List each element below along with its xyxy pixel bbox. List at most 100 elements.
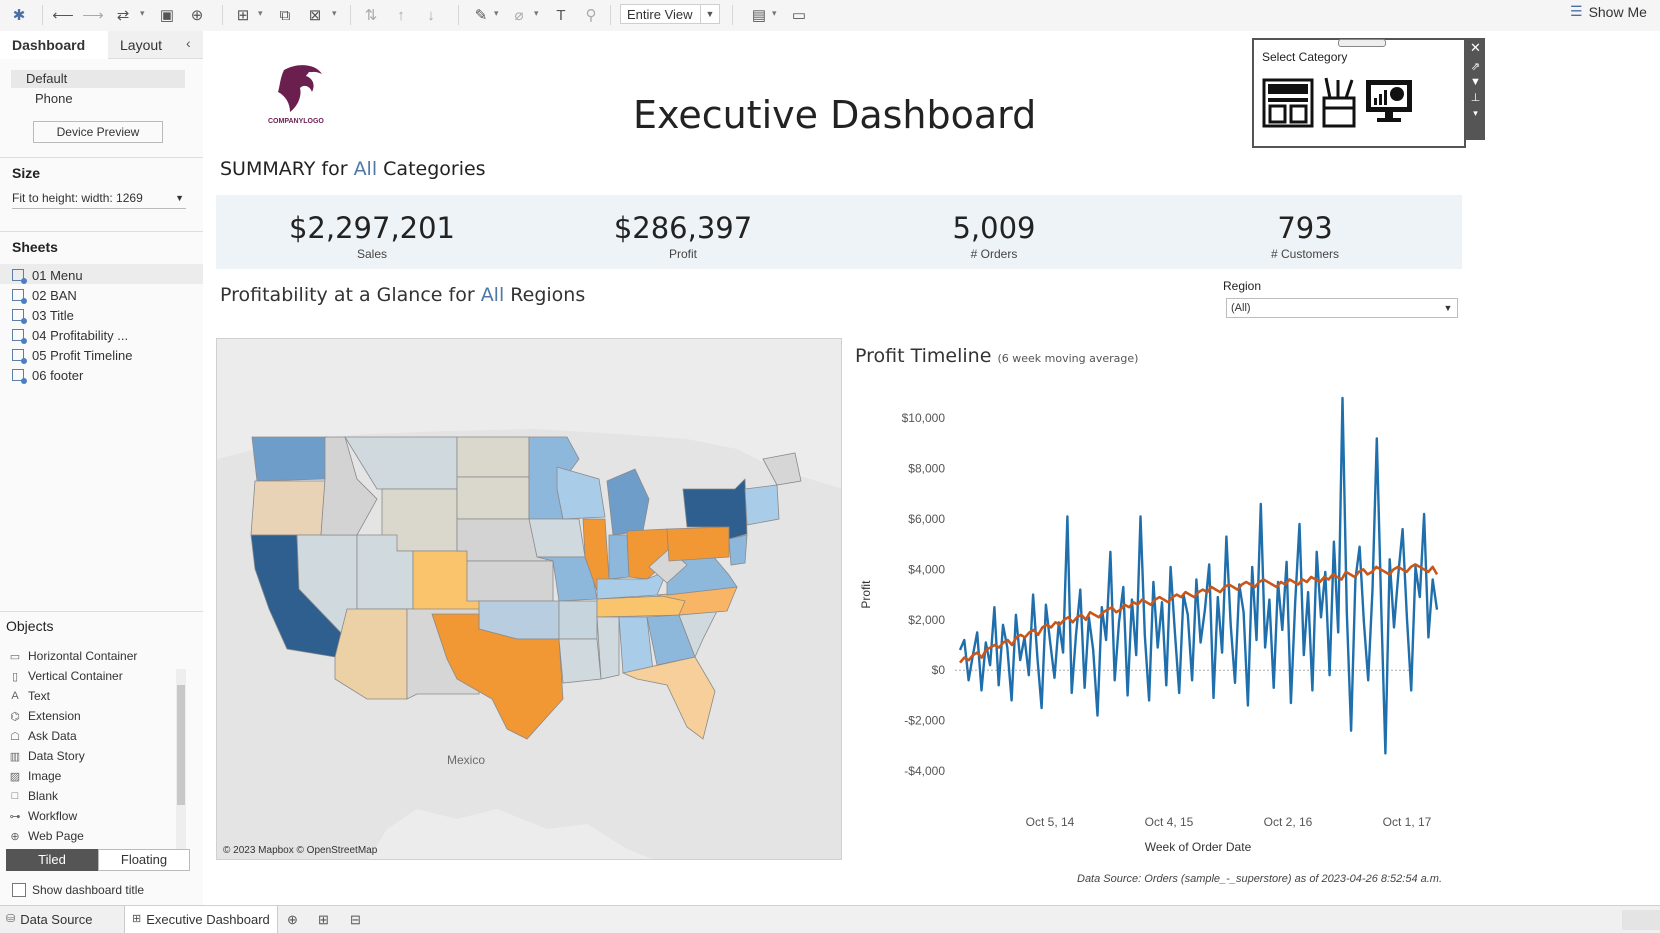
ban-value: $286,397 xyxy=(613,211,753,245)
worksheet-icon xyxy=(12,349,27,364)
profit-map[interactable]: Mexico © 2023 Mapbox © OpenStreetMap xyxy=(216,338,842,860)
save-icon[interactable]: ▣ xyxy=(156,5,178,25)
tab-executive-dashboard[interactable]: ⊞ Executive Dashboard xyxy=(124,906,278,933)
pin-icon[interactable]: ⊥ xyxy=(1466,91,1485,104)
sort-ascending-icon[interactable]: ↑ xyxy=(390,5,412,25)
floating-toggle[interactable]: Floating xyxy=(98,849,190,871)
ban-orders[interactable]: 5,009 # Orders xyxy=(894,211,1094,261)
fix-axes-icon[interactable]: ⚲ xyxy=(580,5,602,25)
tableau-logo-icon[interactable]: ✱ xyxy=(8,5,30,25)
series-weekly-profit[interactable] xyxy=(958,396,1439,755)
sheet-item[interactable]: 04 Profitability ... xyxy=(12,325,128,345)
state-kansas[interactable] xyxy=(466,560,554,602)
state-arkansas[interactable] xyxy=(558,600,598,640)
undo-icon[interactable]: ⟵ xyxy=(52,5,74,25)
sort-descending-icon[interactable]: ↓ xyxy=(420,5,442,25)
state-louisiana[interactable] xyxy=(558,638,602,684)
ban-customers[interactable]: 793 # Customers xyxy=(1205,211,1405,261)
state-iowa[interactable] xyxy=(528,518,586,558)
ban-sales[interactable]: $2,297,201 Sales xyxy=(272,211,472,261)
state-south-dakota[interactable] xyxy=(456,476,530,520)
sheet-item[interactable]: 06 footer xyxy=(12,365,83,385)
objects-scrollbar[interactable] xyxy=(176,669,186,865)
furniture-icon[interactable] xyxy=(1262,78,1314,128)
sheet-item[interactable]: 01 Menu xyxy=(12,265,83,285)
state-oregon[interactable] xyxy=(250,480,326,536)
sheet-item[interactable]: 03 Title xyxy=(12,305,74,325)
more-options-icon[interactable]: ▾ xyxy=(1466,108,1485,119)
y-tick-label: $2,000 xyxy=(908,613,945,627)
state-pennsylvania[interactable] xyxy=(666,526,730,562)
tab-data-source[interactable]: ⛁ Data Source xyxy=(6,906,92,933)
object-item[interactable]: ☖ Ask Data xyxy=(9,727,77,745)
new-dashboard-icon[interactable]: ⊞ xyxy=(318,906,329,933)
object-item[interactable]: A Text xyxy=(9,687,50,705)
object-item[interactable]: ⊕ Web Page xyxy=(9,827,83,845)
size-dropdown[interactable]: Fit to height: width: 1269 ▼ xyxy=(12,188,186,209)
sheet-item[interactable]: 02 BAN xyxy=(12,285,77,305)
state-indiana[interactable] xyxy=(608,534,630,580)
swap-rows-icon[interactable]: ⇅ xyxy=(360,5,382,25)
duplicate-sheet-icon[interactable]: ⧉ xyxy=(274,5,296,25)
clear-caret-icon[interactable]: ▾ xyxy=(332,8,337,19)
show-title-checkbox[interactable] xyxy=(12,883,26,897)
show-title-checkbox-row[interactable]: Show dashboard title xyxy=(12,883,144,897)
profit-timeline-chart[interactable]: $10,000 $8,000 $6,000 $4,000 $2,000 $0 -$2,000… xyxy=(855,385,1465,855)
state-new-jersey[interactable] xyxy=(728,534,748,566)
object-item[interactable]: ▭ Horizontal Container xyxy=(9,647,138,665)
object-item[interactable]: ⌬ Extension xyxy=(9,707,81,725)
tab-dashboard[interactable]: Dashboard xyxy=(0,31,108,59)
state-alabama[interactable] xyxy=(618,616,654,674)
device-phone[interactable]: Phone xyxy=(35,91,73,106)
clear-sheet-icon[interactable]: ⊠ xyxy=(304,5,326,25)
device-preview-button[interactable]: Device Preview xyxy=(33,121,163,143)
swap-icon[interactable]: ⇄ xyxy=(112,5,134,25)
summary-prefix: SUMMARY for xyxy=(220,158,354,180)
show-cards-icon[interactable]: ▤ xyxy=(748,5,770,25)
presentation-mode-icon[interactable]: ▭ xyxy=(788,5,810,25)
show-labels-icon[interactable]: T xyxy=(550,5,572,25)
object-item[interactable]: ⊶ Workflow xyxy=(9,807,78,825)
group-caret-icon[interactable]: ▾ xyxy=(534,8,539,19)
redo-icon[interactable]: ⟶ xyxy=(82,5,104,25)
ban-profit[interactable]: $286,397 Profit xyxy=(583,211,783,261)
y-tick-label: -$2,000 xyxy=(904,714,945,728)
scrollbar-thumb[interactable] xyxy=(177,685,185,805)
object-item[interactable]: ▥ Data Story xyxy=(9,747,85,765)
region-filter-dropdown[interactable]: (All) ▼ xyxy=(1226,298,1458,318)
fit-dropdown[interactable]: Entire View ▼ xyxy=(620,4,720,24)
new-story-icon[interactable]: ⊟ xyxy=(350,906,361,933)
object-item[interactable]: □ Blank xyxy=(9,787,58,805)
filter-icon[interactable]: ▼ xyxy=(1466,76,1485,88)
state-washington[interactable] xyxy=(251,436,328,482)
tiled-toggle[interactable]: Tiled xyxy=(6,849,98,871)
show-cards-caret-icon[interactable]: ▾ xyxy=(772,8,777,19)
drag-handle[interactable] xyxy=(1338,39,1386,47)
group-icon[interactable]: ⌀ xyxy=(508,5,530,25)
device-default[interactable]: Default xyxy=(11,70,185,88)
state-arizona[interactable] xyxy=(334,608,408,700)
sheet-item[interactable]: 05 Profit Timeline xyxy=(12,345,132,365)
state-north-dakota[interactable] xyxy=(456,436,530,478)
highlight-icon[interactable]: ✎ xyxy=(470,5,492,25)
state-new-england[interactable] xyxy=(744,484,780,526)
object-item[interactable]: ▨ Image xyxy=(9,767,62,785)
x-tick-label: Oct 5, 14 xyxy=(1026,815,1075,829)
new-data-source-icon[interactable]: ⊕ xyxy=(186,5,208,25)
highlight-caret-icon[interactable]: ▾ xyxy=(494,8,499,19)
open-external-icon[interactable]: ⇗ xyxy=(1466,60,1485,73)
new-sheet-caret-icon[interactable]: ▾ xyxy=(258,8,263,19)
show-me-button[interactable]: ☰ Show Me xyxy=(1570,3,1647,20)
state-mississippi[interactable] xyxy=(596,616,620,680)
collapse-pane-icon[interactable]: ‹ xyxy=(186,35,191,51)
ban-value: 793 xyxy=(1277,211,1333,245)
us-map-svg[interactable]: Mexico © 2023 Mapbox © OpenStreetMap xyxy=(217,339,842,860)
technology-icon[interactable] xyxy=(1364,78,1414,124)
swap-caret-icon[interactable]: ▾ xyxy=(140,8,145,19)
new-worksheet-icon[interactable]: ⊕ xyxy=(287,906,298,933)
object-item[interactable]: ▯ Vertical Container xyxy=(9,667,123,685)
new-sheet-icon[interactable]: ⊞ xyxy=(232,5,254,25)
close-icon[interactable]: ✕ xyxy=(1466,40,1485,56)
office-supplies-icon[interactable] xyxy=(1320,76,1358,128)
show-me-label: Show Me xyxy=(1588,3,1647,20)
